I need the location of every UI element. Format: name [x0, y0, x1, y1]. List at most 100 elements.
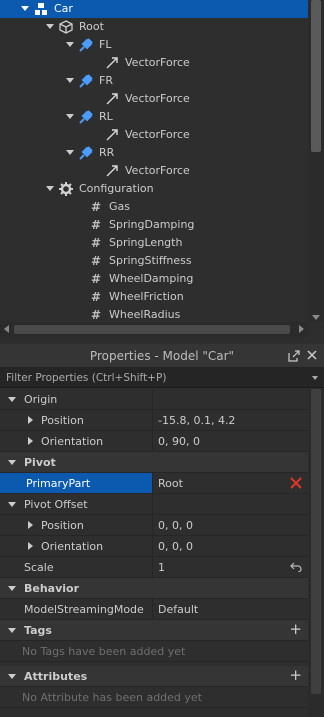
filter-properties-input[interactable]	[6, 371, 296, 384]
chevron-right-icon[interactable]	[28, 521, 33, 529]
category-attributes[interactable]: Attributes +	[0, 666, 308, 687]
tree-item-label: SpringDamping	[109, 218, 195, 231]
tree-item-car[interactable]: Car	[0, 0, 308, 18]
property-value[interactable]: 0, 0, 0	[153, 515, 308, 535]
tree-item-fr[interactable]: FR	[0, 72, 308, 90]
tree-item-vectorforce[interactable]: VectorForce	[0, 162, 308, 180]
close-icon[interactable]	[306, 349, 318, 361]
chevron-right-icon[interactable]	[28, 542, 33, 550]
scroll-down-icon[interactable]	[312, 315, 320, 320]
chevron-down-icon[interactable]	[65, 72, 75, 90]
chevron-down-icon[interactable]	[8, 396, 16, 402]
tree-item-rl[interactable]: RL	[0, 108, 308, 126]
tree-item-configuration[interactable]: Configuration	[0, 180, 308, 198]
property-label: Orientation	[41, 539, 104, 553]
chevron-down-icon[interactable]	[8, 501, 16, 507]
chevron-down-icon[interactable]	[45, 180, 55, 198]
chevron-down-icon[interactable]	[8, 585, 16, 591]
tree-item-vectorforce[interactable]: VectorForce	[0, 54, 308, 72]
property-value[interactable]: 0, 90, 0	[153, 431, 308, 451]
property-primarypart[interactable]: PrimaryPart Root	[0, 473, 308, 494]
reset-icon[interactable]	[290, 562, 302, 573]
number-value-icon: #	[90, 236, 102, 250]
tags-empty-message: No Tags have been added yet	[0, 641, 308, 662]
category-behavior[interactable]: Behavior	[0, 578, 308, 599]
number-value-icon: #	[90, 308, 102, 322]
panel-title: Properties - Model "Car"	[89, 348, 235, 363]
chevron-right-icon[interactable]	[28, 437, 33, 445]
chevron-down-icon[interactable]	[8, 673, 16, 679]
tree-item-rr[interactable]: RR	[0, 144, 308, 162]
scrollbar-thumb[interactable]	[311, 0, 321, 152]
explorer-panel: Car Root FL VectorForce FR VectorForce R…	[0, 0, 324, 337]
category-label: Tags	[24, 623, 52, 637]
tree-item-label: RL	[99, 110, 113, 123]
property-pivot-orientation[interactable]: Orientation 0, 0, 0	[0, 536, 308, 557]
explorer-horizontal-scrollbar[interactable]	[0, 322, 308, 337]
property-value[interactable]: Root	[158, 477, 183, 490]
chevron-down-icon[interactable]	[65, 108, 75, 126]
chevron-right-icon[interactable]	[28, 416, 33, 424]
tree-item-wheeldamping[interactable]: # WheelDamping	[0, 270, 308, 288]
tree-item-fl[interactable]: FL	[0, 36, 308, 54]
tree-item-vectorforce[interactable]: VectorForce	[0, 90, 308, 108]
tree-item-vectorforce[interactable]: VectorForce	[0, 126, 308, 144]
property-value[interactable]: -15.8, 0.1, 4.2	[153, 410, 308, 430]
tree-item-label: SpringStiffness	[109, 254, 192, 267]
property-scale[interactable]: Scale 1	[0, 557, 308, 578]
chevron-down-icon[interactable]	[312, 376, 318, 380]
category-label: Attributes	[24, 669, 88, 683]
property-label: Position	[41, 518, 84, 532]
scrollbar-thumb[interactable]	[311, 389, 321, 694]
part-icon	[59, 20, 73, 34]
undock-icon[interactable]	[288, 350, 300, 362]
tree-item-springdamping[interactable]: # SpringDamping	[0, 216, 308, 234]
number-value-icon: #	[90, 254, 102, 268]
tree-item-springstiffness[interactable]: # SpringStiffness	[0, 252, 308, 270]
property-pivot-position[interactable]: Position 0, 0, 0	[0, 515, 308, 536]
property-label: Orientation	[41, 434, 104, 448]
attachment-icon	[79, 38, 93, 52]
property-label: Scale	[24, 560, 54, 574]
properties-vertical-scrollbar[interactable]	[308, 389, 324, 717]
property-origin[interactable]: Origin	[0, 389, 308, 410]
filter-properties-box[interactable]	[0, 368, 324, 388]
tree-item-label: Root	[79, 20, 104, 33]
tree-item-label: Gas	[109, 200, 130, 213]
scroll-right-icon[interactable]	[299, 325, 304, 333]
property-pivot-offset[interactable]: Pivot Offset	[0, 494, 308, 515]
tree-item-springlength[interactable]: # SpringLength	[0, 234, 308, 252]
property-value[interactable]: 0, 0, 0	[153, 536, 308, 556]
tree-item-label: RR	[99, 146, 115, 159]
tree-item-label: VectorForce	[125, 56, 190, 69]
chevron-down-icon[interactable]	[65, 144, 75, 162]
explorer-vertical-scrollbar[interactable]	[308, 0, 324, 322]
tree-item-wheelfriction[interactable]: # WheelFriction	[0, 288, 308, 306]
add-attribute-icon[interactable]: +	[289, 668, 302, 683]
add-tag-icon[interactable]: +	[289, 622, 302, 637]
chevron-down-icon[interactable]	[8, 459, 16, 465]
property-value[interactable]: 1	[158, 561, 165, 574]
chevron-down-icon[interactable]	[65, 36, 75, 54]
property-modelstreamingmode[interactable]: ModelStreamingMode Default	[0, 599, 308, 620]
tree-item-root[interactable]: Root	[0, 18, 308, 36]
property-origin-position[interactable]: Position -15.8, 0.1, 4.2	[0, 410, 308, 431]
chevron-down-icon[interactable]	[8, 627, 16, 633]
chevron-down-icon[interactable]	[20, 0, 30, 18]
tree-item-gas[interactable]: # Gas	[0, 198, 308, 216]
model-icon	[34, 2, 48, 16]
clear-icon[interactable]	[290, 477, 302, 489]
property-value[interactable]: Default	[153, 599, 308, 619]
scroll-left-icon[interactable]	[4, 325, 9, 333]
chevron-down-icon[interactable]	[45, 18, 55, 36]
attachment-icon	[79, 110, 93, 124]
scrollbar-thumb[interactable]	[14, 325, 290, 334]
property-grid: Origin Position -15.8, 0.1, 4.2 Orientat…	[0, 389, 324, 717]
number-value-icon: #	[90, 218, 102, 232]
category-pivot[interactable]: Pivot	[0, 452, 308, 473]
tree-item-label: FL	[99, 38, 112, 51]
category-tags[interactable]: Tags +	[0, 620, 308, 641]
tree-item-label: Car	[54, 2, 73, 15]
tree-item-label: FR	[99, 74, 113, 87]
property-origin-orientation[interactable]: Orientation 0, 90, 0	[0, 431, 308, 452]
